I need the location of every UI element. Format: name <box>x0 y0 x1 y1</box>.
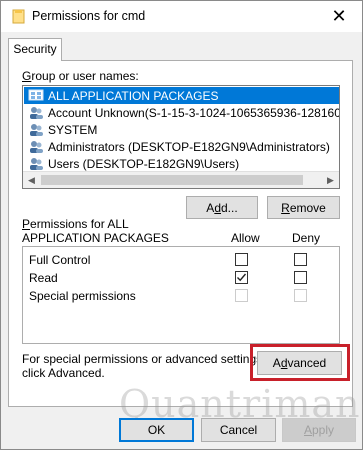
permissions-label-line2: APPLICATION PACKAGES <box>22 231 169 245</box>
title-bar[interactable]: Permissions for cmd ✕ <box>1 1 362 32</box>
allow-column-header: Allow <box>231 231 260 245</box>
list-item-label: ALL APPLICATION PACKAGES <box>48 88 219 103</box>
special-deny-checkbox <box>294 289 307 302</box>
users-icon <box>30 123 43 136</box>
close-icon: ✕ <box>331 6 347 26</box>
apply-button[interactable]: Apply <box>282 418 356 442</box>
group-names-label: Group or user names: <box>22 69 139 83</box>
list-item-label: Administrators (DESKTOP-E182GN9\Administ… <box>48 139 330 154</box>
perm-name-full-control: Full Control <box>29 253 91 267</box>
advanced-text-line2: click Advanced. <box>22 366 105 380</box>
list-item-label: SYSTEM <box>48 122 98 137</box>
list-item[interactable]: Account Unknown(S-1-15-3-1024-1065365936… <box>24 104 339 121</box>
read-deny-checkbox[interactable] <box>294 271 307 284</box>
permissions-label-line1: Permissions for ALL <box>22 217 129 231</box>
full-control-allow-checkbox[interactable] <box>235 253 248 266</box>
list-item[interactable]: Administrators (DESKTOP-E182GN9\Administ… <box>24 138 339 155</box>
users-icon <box>30 106 43 119</box>
full-control-deny-checkbox[interactable] <box>294 253 307 266</box>
folder-icon <box>12 9 25 24</box>
permissions-list: Full Control Read Special permissions <box>22 246 340 344</box>
window-title: Permissions for cmd <box>32 9 146 23</box>
deny-column-header: Deny <box>292 231 321 245</box>
list-item-label: Users (DESKTOP-E182GN9\Users) <box>48 156 240 171</box>
permissions-dialog: Permissions for cmd ✕ Security Group or … <box>0 0 363 450</box>
users-icon <box>30 140 43 153</box>
advanced-text-line1: For special permissions or advanced sett… <box>22 352 266 366</box>
users-icon <box>30 157 43 170</box>
list-item[interactable]: Users (DESKTOP-E182GN9\Users) <box>24 155 339 172</box>
list-item[interactable]: ALL APPLICATION PACKAGES <box>24 87 339 104</box>
close-button[interactable]: ✕ <box>316 1 362 32</box>
horizontal-scrollbar[interactable]: ◀ ▶ <box>23 171 339 188</box>
tab-security[interactable]: Security <box>8 38 62 61</box>
scroll-left-icon[interactable]: ◀ <box>23 172 40 188</box>
scroll-right-icon[interactable]: ▶ <box>322 172 339 188</box>
ok-button[interactable]: OK <box>119 418 194 442</box>
special-allow-checkbox <box>235 289 248 302</box>
checkmark-icon <box>237 273 247 282</box>
read-allow-checkbox[interactable] <box>235 271 248 284</box>
remove-button[interactable]: Remove <box>267 196 340 219</box>
add-button[interactable]: Add... <box>186 196 258 219</box>
cancel-button[interactable]: Cancel <box>201 418 276 442</box>
group-user-list[interactable]: ALL APPLICATION PACKAGES Account Unknown… <box>22 85 340 189</box>
security-panel: Group or user names: ALL APPLICATION PAC… <box>8 60 363 426</box>
advanced-highlight-box <box>250 344 350 381</box>
perm-name-read: Read <box>29 271 58 285</box>
list-item-label: Account Unknown(S-1-15-3-1024-1065365936… <box>48 105 339 120</box>
app-packages-icon <box>28 89 44 100</box>
list-item[interactable]: SYSTEM <box>24 121 339 138</box>
perm-name-special: Special permissions <box>29 289 136 303</box>
scrollbar-thumb[interactable] <box>41 175 303 185</box>
